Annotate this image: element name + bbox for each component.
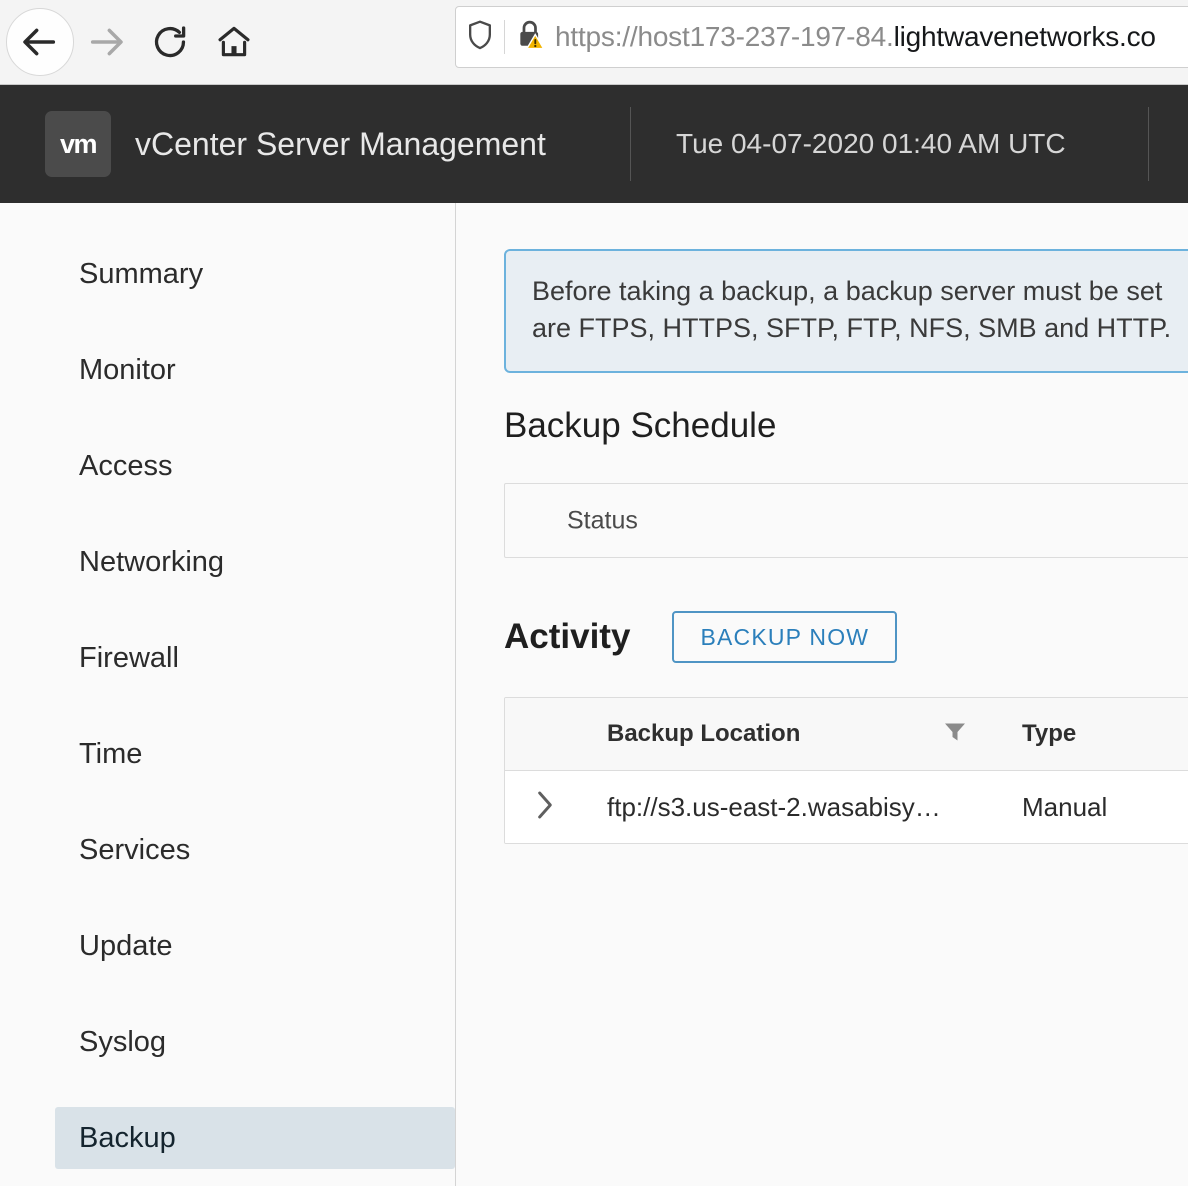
url-text[interactable]: https://host173-237-197-84.lightwavenetw… [555,21,1188,53]
activity-table: Backup Location Type ftp://s3.us-east-2.… [504,697,1188,844]
sidebar: Summary Monitor Access Networking Firewall Ti… [0,203,456,1186]
site-security-button[interactable] [505,18,555,57]
arrow-right-icon [86,22,126,62]
url-bar[interactable]: https://host173-237-197-84.lightwavenetw… [455,6,1188,68]
sidebar-item-backup[interactable]: Backup [55,1107,455,1169]
table-header-backup-location[interactable]: Backup Location [585,720,1000,748]
column-header-label: Backup Location [607,720,801,747]
header-timestamp: Tue 04-07-2020 01:40 AM UTC [676,128,1066,159]
vmware-logo: vm [45,111,111,177]
activity-title: Activity [504,617,631,656]
shield-icon [465,19,495,56]
sidebar-item-summary[interactable]: Summary [55,243,455,305]
status-label: Status [567,506,638,534]
app-header: vm vCenter Server Management Tue 04-07-2… [0,85,1188,203]
app-title: vCenter Server Management [135,125,546,162]
backup-location-value: ftp://s3.us-east-2.wasabisy… [607,791,941,822]
backup-type-value: Manual [1022,791,1108,822]
backup-now-button[interactable]: BACKUP NOW [672,611,898,663]
backup-schedule-title: Backup Schedule [504,406,777,445]
column-header-label: Type [1022,720,1077,747]
row-cell-backup-location: ftp://s3.us-east-2.wasabisy… [585,792,1000,823]
sidebar-item-services[interactable]: Services [55,819,455,881]
sidebar-item-monitor[interactable]: Monitor [55,339,455,401]
info-banner-line-2: are FTPS, HTTPS, SFTP, FTP, NFS, SMB and… [532,313,1172,343]
browser-toolbar: https://host173-237-197-84.lightwavenetw… [0,0,1188,85]
sidebar-item-label: Summary [79,257,204,290]
sidebar-item-access[interactable]: Access [55,435,455,497]
sidebar-item-label: Access [79,449,173,482]
table-header-type[interactable]: Type [1000,720,1188,748]
header-divider-right [1148,107,1149,181]
sidebar-item-update[interactable]: Update [55,915,455,977]
sidebar-item-networking[interactable]: Networking [55,531,455,593]
sidebar-item-label: Update [79,929,173,962]
sidebar-item-label: Syslog [79,1025,167,1058]
backup-schedule-status-card: Status [504,483,1188,558]
sidebar-item-label: Firewall [79,641,179,674]
info-banner: Before taking a backup, a backup server … [504,249,1188,373]
vmware-logo-text: vm [59,128,98,159]
header-divider-left [630,107,631,181]
chevron-right-icon [533,789,557,826]
sidebar-item-syslog[interactable]: Syslog [55,1011,455,1073]
home-icon [215,23,253,61]
reload-button[interactable] [138,10,202,74]
reload-icon [151,23,189,61]
home-button[interactable] [202,10,266,74]
sidebar-item-firewall[interactable]: Firewall [55,627,455,689]
url-prefix: https://host173-237-197-84. [555,21,894,52]
forward-button[interactable] [74,10,138,74]
sidebar-item-label: Time [79,737,143,770]
table-row[interactable]: ftp://s3.us-east-2.wasabisy… Manual [505,771,1188,843]
sidebar-item-label: Networking [79,545,225,578]
info-banner-line-1: Before taking a backup, a backup server … [532,276,1163,306]
url-domain: lightwavenetworks.co [893,21,1156,52]
main-content: Before taking a backup, a backup server … [457,203,1188,1186]
table-header-row: Backup Location Type [505,698,1188,771]
lock-warning-icon [513,18,547,57]
sidebar-item-label: Backup [79,1121,176,1154]
arrow-left-icon [20,22,60,62]
tracking-protection-button[interactable] [456,19,504,56]
sidebar-item-label: Services [79,833,191,866]
filter-icon-backup-location[interactable] [944,722,966,747]
sidebar-item-label: Monitor [79,353,176,386]
back-button[interactable] [6,8,74,76]
sidebar-item-time[interactable]: Time [55,723,455,785]
browser-nav-buttons [0,8,266,76]
row-expand-button[interactable] [505,789,585,826]
row-cell-type: Manual [1000,792,1188,823]
activity-header-row: Activity BACKUP NOW [504,611,898,663]
